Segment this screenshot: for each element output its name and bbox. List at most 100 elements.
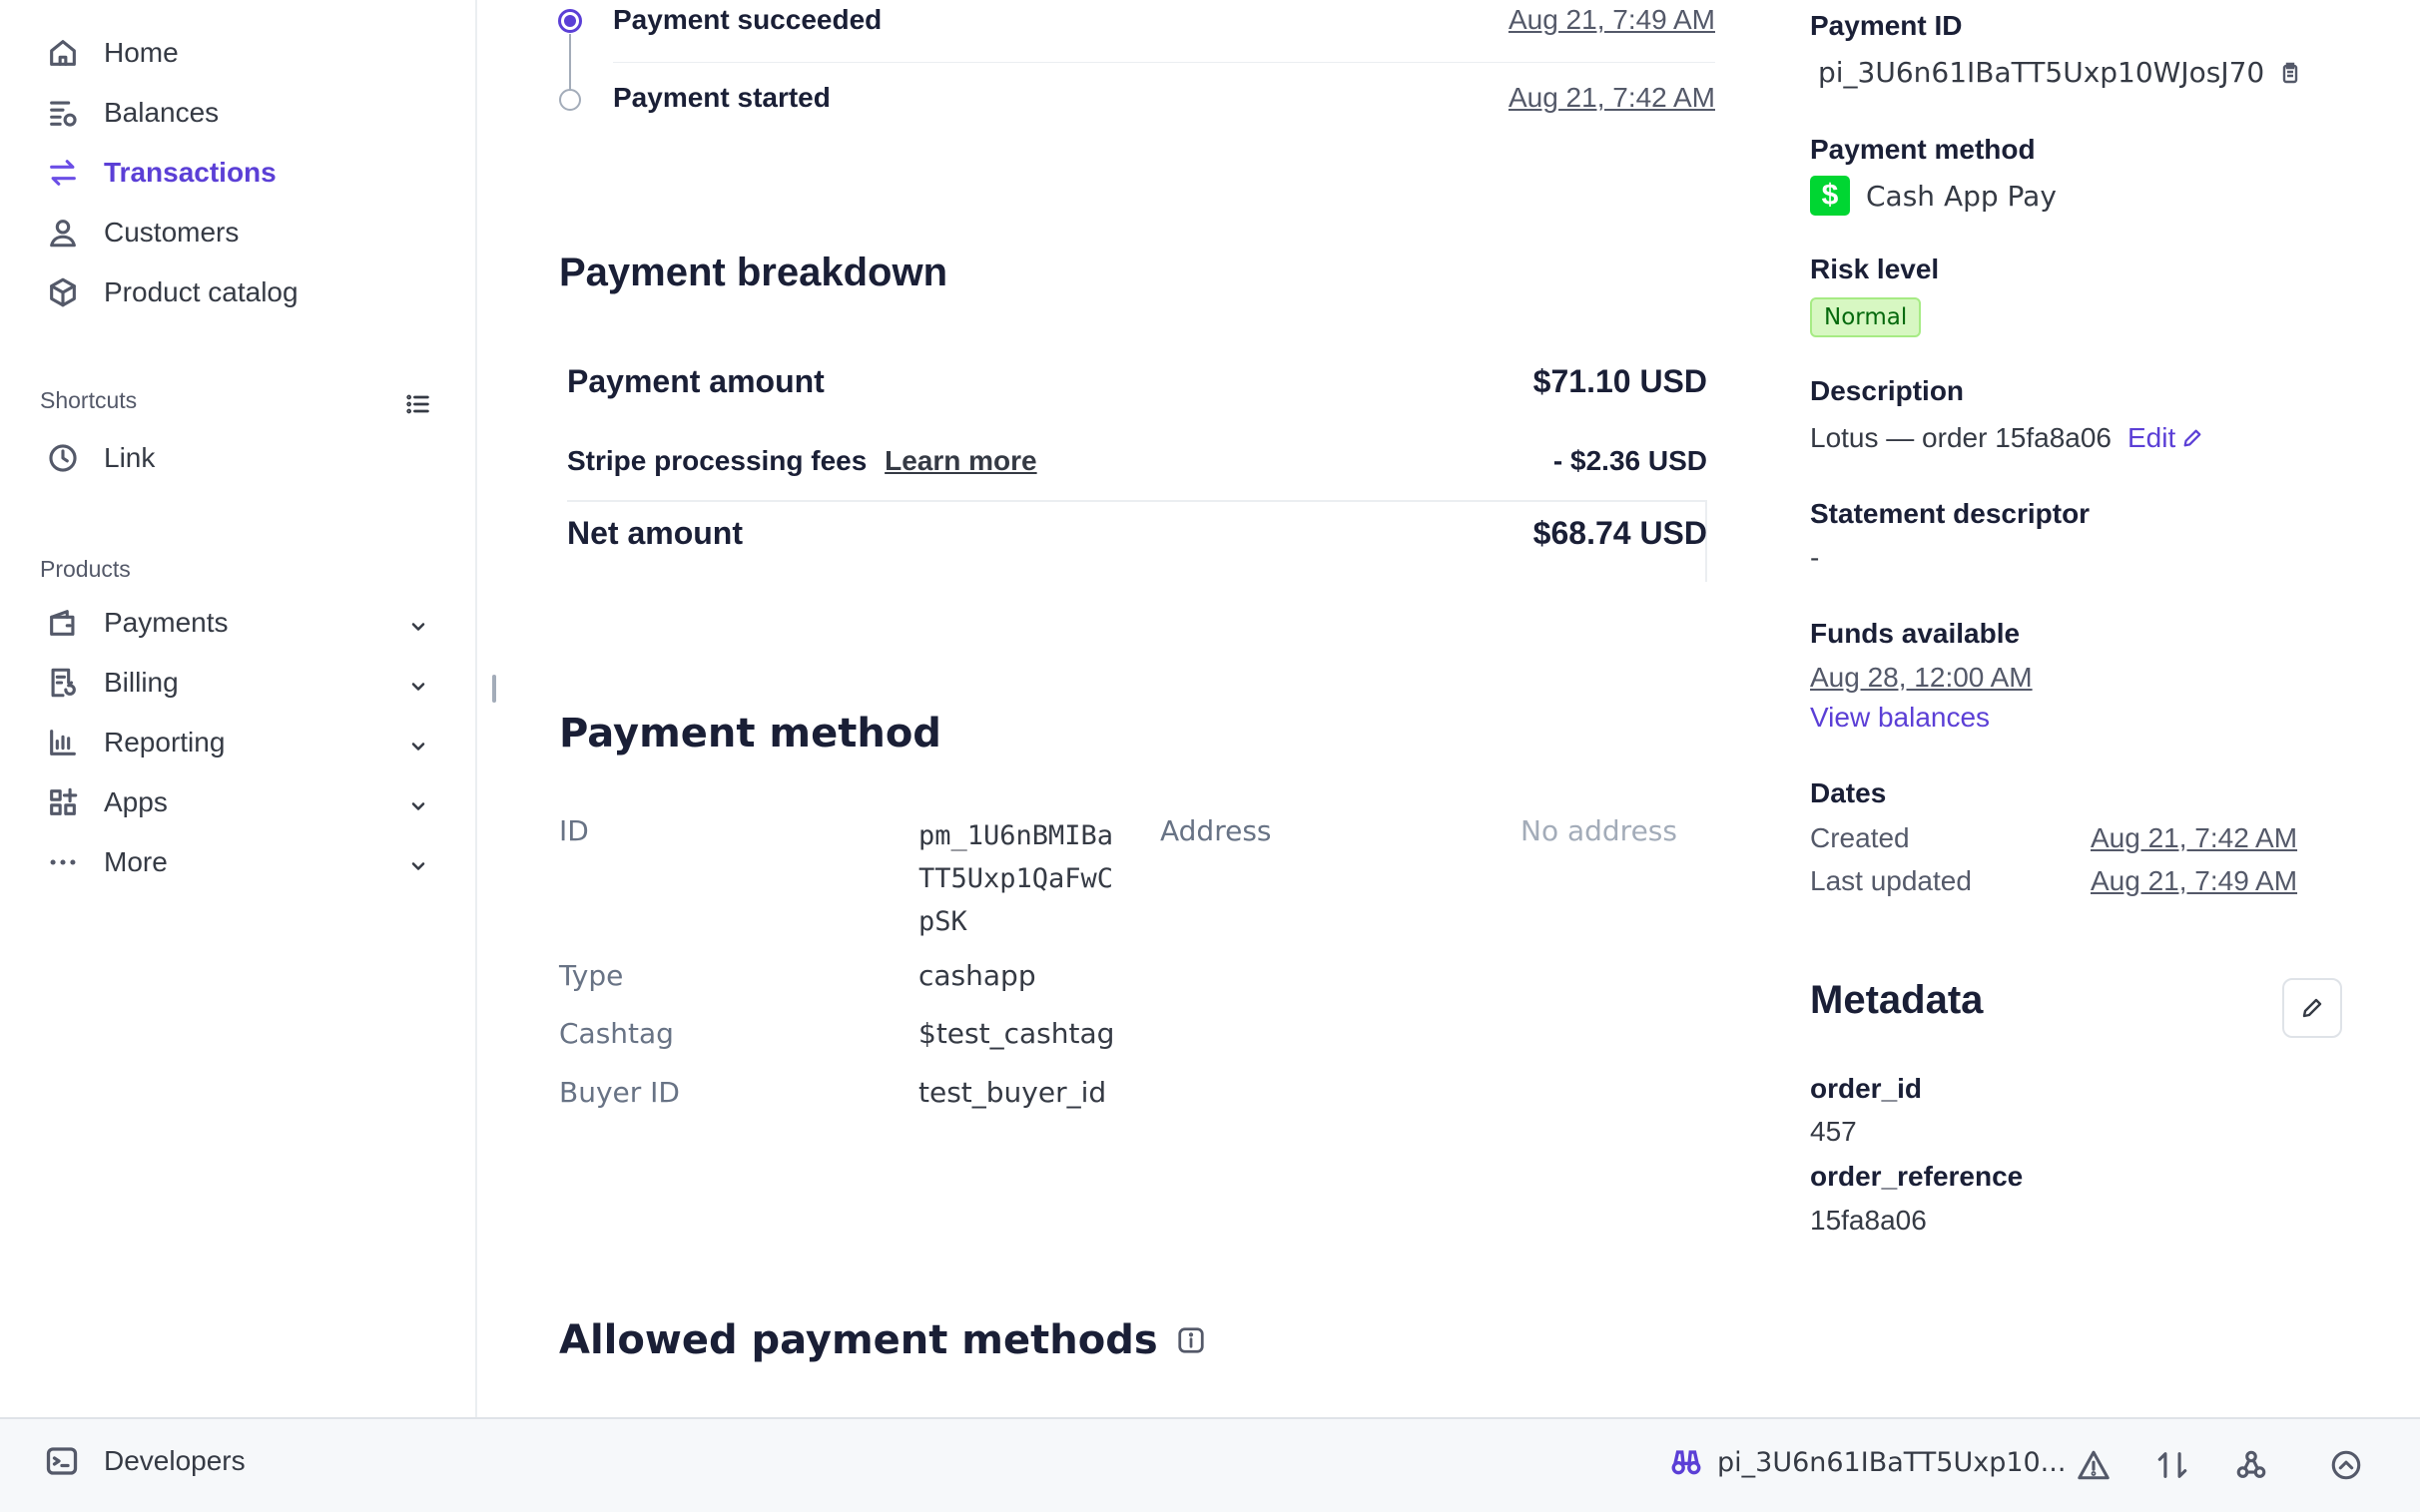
timeline-title: Payment succeeded (613, 4, 883, 35)
sidebar-resize-handle[interactable] (492, 675, 496, 703)
timeline-title: Payment started (613, 82, 831, 113)
cash-app-logo-icon: $ (1810, 176, 1850, 216)
divider (567, 500, 1707, 502)
sidebar: Home Balances Transactions Customers Pro… (0, 0, 477, 1417)
edit-description-button[interactable]: Edit (2127, 422, 2203, 454)
funds-available-date[interactable]: Aug 28, 12:00 AM (1810, 662, 2033, 694)
sidebar-item-reporting[interactable]: Reporting (40, 717, 225, 768)
developers-label: Developers (104, 1445, 246, 1476)
pm-id-value: pm_1U6nBMIBa TT5Uxp1QaFwC pSK (918, 814, 1113, 943)
terminal-icon (46, 1447, 78, 1475)
copy-icon[interactable] (2278, 59, 2302, 87)
chevron-up-circle-icon[interactable] (2326, 1445, 2366, 1485)
sidebar-item-label: Transactions (104, 157, 277, 188)
sidebar-item-more[interactable]: More (40, 836, 168, 888)
payment-amount-label: Payment amount (567, 363, 825, 399)
divider (613, 62, 1715, 63)
pm-buyer-label: Buyer ID (559, 1076, 680, 1109)
developers-button[interactable]: Developers (44, 1443, 246, 1479)
created-label: Created (1810, 822, 1910, 853)
transactions-icon (40, 150, 86, 196)
pm-buyer-value: test_buyer_id (918, 1076, 1107, 1109)
pencil-icon (2183, 429, 2201, 447)
balances-icon (40, 90, 86, 136)
sidebar-item-home[interactable]: Home (40, 27, 179, 79)
chevron-down-icon[interactable] (399, 608, 437, 646)
metadata-key: order_reference (1810, 1161, 2024, 1192)
sort-arrows-icon[interactable] (2152, 1445, 2192, 1485)
sidebar-item-payments[interactable]: Payments (40, 597, 229, 649)
last-updated-label: Last updated (1810, 865, 1972, 896)
sidebar-item-product-catalog[interactable]: Product catalog (40, 266, 299, 318)
sidebar-item-label: Billing (104, 667, 179, 698)
sidebar-item-balances[interactable]: Balances (40, 87, 219, 139)
webhooks-icon[interactable] (2231, 1445, 2271, 1485)
pencil-icon (2302, 998, 2322, 1018)
fees-value: - $2.36 USD (1552, 445, 1707, 476)
more-icon (40, 839, 86, 885)
payment-id-value: pi_3U6n61IBaTT5Uxp10WJosJ70 (1818, 56, 2265, 89)
pm-type-value: cashapp (918, 959, 1036, 992)
dates-label: Dates (1810, 777, 1887, 808)
statement-descriptor-label: Statement descriptor (1810, 498, 2091, 529)
risk-level-badge: Normal (1810, 297, 1922, 337)
description-row: Lotus — order 15fa8a06 Edit (1810, 422, 2203, 454)
sidebar-item-transactions[interactable]: Transactions (40, 147, 277, 199)
payment-method-label: Payment method (1810, 134, 2036, 165)
payment-id-row: pi_3U6n61IBaTT5Uxp10WJosJ70 (1818, 56, 2302, 89)
sidebar-item-label: Home (104, 37, 179, 68)
chevron-down-icon[interactable] (399, 668, 437, 706)
learn-more-link[interactable]: Learn more (885, 445, 1037, 476)
apps-icon (40, 779, 86, 825)
edit-metadata-button[interactable] (2282, 978, 2342, 1038)
sidebar-item-label: Balances (104, 97, 220, 128)
binoculars-icon (1671, 1450, 1701, 1475)
pm-type-label: Type (559, 959, 624, 992)
metadata-value: 15fa8a06 (1810, 1205, 1927, 1236)
sidebar-item-billing[interactable]: Billing (40, 657, 179, 709)
pm-address-label: Address (1160, 814, 1272, 847)
bar-chart-icon (40, 720, 86, 765)
net-amount-value: $68.74 USD (1532, 515, 1707, 551)
chevron-down-icon[interactable] (399, 787, 437, 825)
sidebar-item-apps[interactable]: Apps (40, 776, 168, 828)
sidebar-item-customers[interactable]: Customers (40, 207, 239, 258)
chevron-down-icon[interactable] (399, 728, 437, 765)
allowed-payment-methods-heading: Allowed payment methods (559, 1317, 1206, 1363)
edit-shortcuts-list-icon[interactable] (399, 385, 437, 423)
timeline-connector (569, 34, 571, 96)
sidebar-item-label: Reporting (104, 727, 226, 757)
payment-id-label: Payment ID (1810, 10, 1963, 41)
created-value[interactable]: Aug 21, 7:42 AM (2091, 822, 2297, 854)
info-icon[interactable] (1176, 1325, 1206, 1355)
payment-method-value: Cash App Pay (1866, 179, 2057, 213)
chevron-down-icon[interactable] (399, 847, 437, 885)
payment-breakdown-heading: Payment breakdown (559, 251, 948, 294)
clock-icon (40, 435, 86, 481)
fees-row: Stripe processing fees Learn more - $2.3… (567, 445, 1707, 481)
net-amount-label: Net amount (567, 515, 743, 551)
timeline-item: Payment succeeded Aug 21, 7:49 AM (613, 2, 1715, 62)
description-value: Lotus — order 15fa8a06 (1810, 422, 2112, 453)
sidebar-item-label: Customers (104, 217, 240, 248)
sidebar-item-label: More (104, 846, 168, 877)
inspected-object-button[interactable]: pi_3U6n61IBaTT5Uxp10... (1669, 1445, 2066, 1479)
timeline-date[interactable]: Aug 21, 7:49 AM (1509, 4, 1715, 36)
timeline-dot-empty (559, 89, 581, 111)
wallet-icon (40, 600, 86, 646)
net-amount-row: Net amount $68.74 USD (567, 515, 1707, 555)
timeline-date[interactable]: Aug 21, 7:42 AM (1509, 82, 1715, 114)
view-balances-link[interactable]: View balances (1810, 702, 1990, 734)
sidebar-item-label: Product catalog (104, 276, 299, 307)
metadata-value: 457 (1810, 1116, 1857, 1147)
pm-cashtag-value: $test_cashtag (918, 1017, 1115, 1050)
warning-icon[interactable] (2074, 1445, 2114, 1485)
timeline-dot-filled (558, 9, 582, 33)
last-updated-value[interactable]: Aug 21, 7:49 AM (2091, 865, 2297, 897)
sidebar-item-label: Apps (104, 786, 168, 817)
edit-label: Edit (2126, 422, 2176, 453)
fees-label: Stripe processing fees (567, 445, 868, 476)
statement-descriptor-value: - (1810, 542, 1820, 573)
sidebar-item-link[interactable]: Link (40, 432, 155, 484)
billing-icon (40, 660, 86, 706)
